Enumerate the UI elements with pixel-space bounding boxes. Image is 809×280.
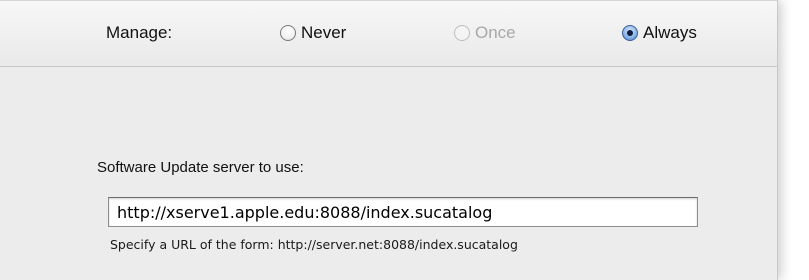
radio-unchecked-icon xyxy=(280,25,296,41)
manage-never-label: Never xyxy=(301,23,347,42)
preferences-panel: Manage: Never Once Always Software Updat… xyxy=(0,0,778,280)
server-url-hint: Specify a URL of the form: http://server… xyxy=(110,237,518,252)
server-url-field[interactable] xyxy=(108,197,698,227)
manage-label: Manage: xyxy=(106,23,173,42)
server-label: Software Update server to use: xyxy=(97,159,304,176)
manage-row: Manage: Never Once Always xyxy=(0,0,777,67)
radio-checked-icon xyxy=(622,25,638,41)
manage-once-radio: Once xyxy=(454,22,516,44)
manage-never-radio[interactable]: Never xyxy=(280,22,346,44)
manage-once-label: Once xyxy=(475,23,516,42)
radio-dot-icon xyxy=(627,30,633,36)
radio-disabled-icon xyxy=(454,25,470,41)
manage-always-label: Always xyxy=(643,23,697,42)
manage-always-radio[interactable]: Always xyxy=(622,22,697,44)
